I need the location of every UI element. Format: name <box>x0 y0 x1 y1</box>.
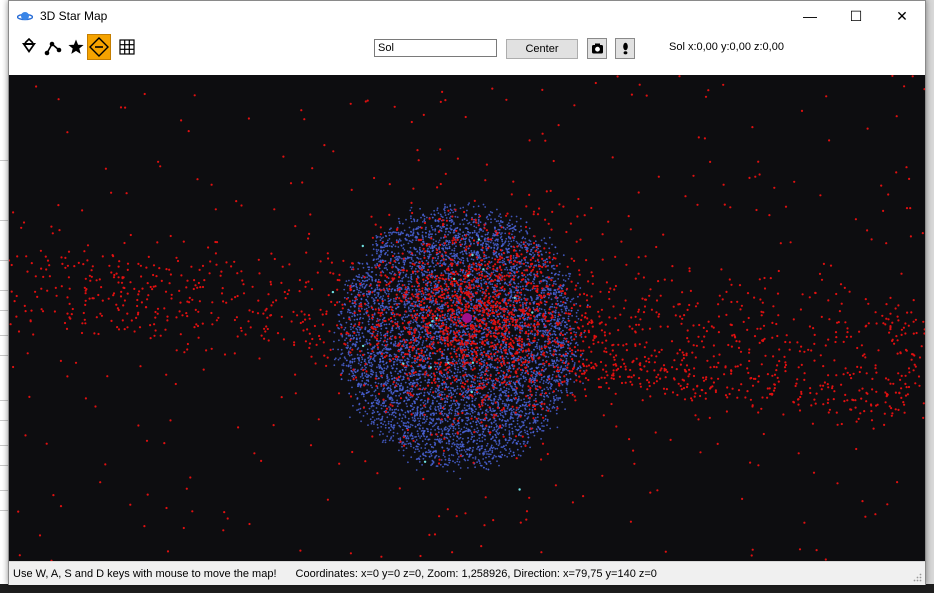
filter-icon <box>22 38 36 53</box>
resize-grip-icon[interactable] <box>912 572 922 582</box>
background-app-right <box>926 0 934 593</box>
zoom-out-button[interactable] <box>87 34 111 60</box>
toolbar: Center Sol x:0,00 y:0,00 z:0,00 <box>9 31 925 75</box>
zoom-out-icon <box>89 37 109 57</box>
status-coordinates: Coordinates: x=0 y=0 z=0, Zoom: 1,258926… <box>295 567 657 580</box>
footprint-button[interactable] <box>615 38 635 59</box>
route-button[interactable] <box>41 34 65 60</box>
title-bar[interactable]: 3D Star Map — ☐ ✕ <box>9 1 925 31</box>
route-icon <box>44 41 62 56</box>
grid-icon <box>119 39 135 55</box>
saturn-icon <box>17 12 33 21</box>
filter-button[interactable] <box>17 34 41 60</box>
star-field <box>9 75 925 561</box>
star-icon <box>68 39 84 54</box>
minimize-button[interactable]: — <box>787 1 833 31</box>
star-map-window: 3D Star Map — ☐ ✕ Sol Center Sol x:0,00 … <box>8 0 926 585</box>
grid-button[interactable] <box>115 34 139 60</box>
screenshot-button[interactable] <box>587 38 607 59</box>
sol-marker[interactable] <box>462 313 472 323</box>
center-button[interactable]: Center <box>506 39 578 59</box>
status-bar: Use W, A, S and D keys with mouse to mov… <box>9 561 925 585</box>
maximize-button[interactable]: ☐ <box>833 1 879 31</box>
star-map-canvas[interactable] <box>9 75 925 561</box>
star-button[interactable] <box>64 34 88 60</box>
window-title: 3D Star Map <box>40 9 108 23</box>
system-search-input[interactable] <box>374 39 497 57</box>
current-system-label: Sol x:0,00 y:0,00 z:0,00 <box>669 41 784 53</box>
close-button[interactable]: ✕ <box>879 1 925 31</box>
background-taskbar <box>0 584 934 593</box>
camera-icon <box>591 43 603 54</box>
help-text: Use W, A, S and D keys with mouse to mov… <box>13 567 277 580</box>
footprint-icon <box>622 42 628 55</box>
window-controls: — ☐ ✕ <box>787 1 925 31</box>
